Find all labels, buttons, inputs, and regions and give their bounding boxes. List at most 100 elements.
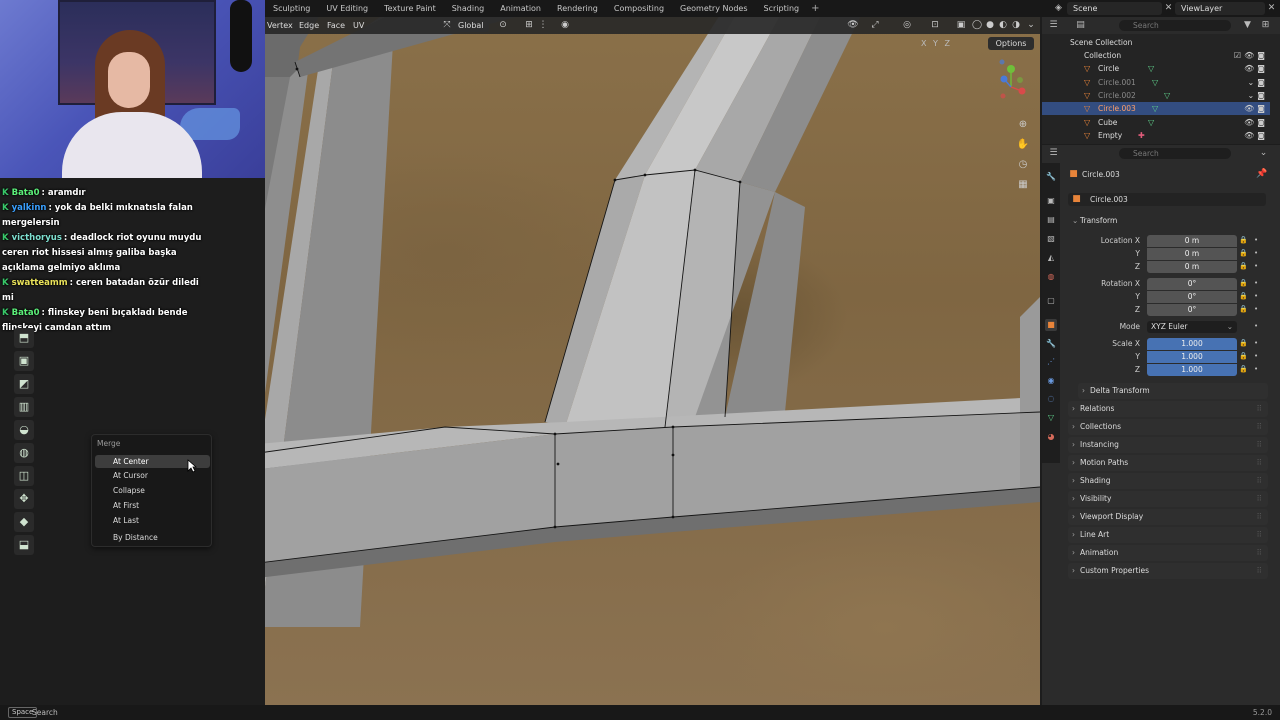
mesh-edit-overlay-icon[interactable]: ⊡ — [929, 20, 941, 31]
tab-scripting[interactable]: Scripting — [756, 0, 808, 17]
navigation-gizmo[interactable] — [982, 55, 1030, 103]
merge-at-first[interactable]: At First — [95, 499, 210, 512]
drag-handle-icon[interactable]: ⠿ — [1257, 509, 1263, 525]
drag-handle-icon[interactable]: ⠿ — [1257, 401, 1263, 417]
scene-remove-icon[interactable]: ✕ — [1163, 3, 1174, 14]
shading-material-icon[interactable]: ◐ — [997, 20, 1009, 31]
bevel-tool-icon[interactable]: ◩ — [14, 374, 34, 394]
object-name-field[interactable]: Circle.003 — [1068, 193, 1266, 206]
rotation-y-field[interactable]: 0° — [1147, 291, 1237, 303]
keyframe-dot-icon[interactable]: • — [1254, 322, 1258, 330]
keyframe-dot-icon[interactable]: • — [1254, 352, 1258, 360]
tab-uv-editing[interactable]: UV Editing — [318, 0, 376, 17]
drag-handle-icon[interactable]: ⠿ — [1257, 455, 1263, 471]
scene-selector[interactable]: Scene — [1067, 2, 1162, 15]
drag-handle-icon[interactable]: ⠿ — [1257, 545, 1263, 561]
world-tab-icon[interactable]: ◍ — [1045, 271, 1057, 283]
3d-viewport[interactable] — [265, 17, 1040, 705]
keyframe-dot-icon[interactable]: • — [1254, 292, 1258, 300]
loop-cut-tool-icon[interactable]: ▥ — [14, 397, 34, 417]
tab-animation[interactable]: Animation — [492, 0, 549, 17]
snap-target-icon[interactable]: ⋮ — [537, 20, 549, 31]
collection-tab-icon[interactable]: ▢ — [1045, 295, 1057, 307]
output-tab-icon[interactable]: ▤ — [1045, 214, 1057, 226]
lock-icon[interactable]: 🔒 — [1239, 249, 1248, 257]
scene-tab-icon[interactable]: ◭ — [1045, 252, 1057, 264]
section-instancing[interactable]: › Instancing ⠿ — [1068, 437, 1268, 453]
particles-tab-icon[interactable]: ⋰ — [1045, 356, 1057, 368]
location-y-field[interactable]: 0 m — [1147, 248, 1237, 260]
section-visibility[interactable]: › Visibility ⠿ — [1068, 491, 1268, 507]
tab-geometry-nodes[interactable]: Geometry Nodes — [672, 0, 755, 17]
rotation-x-field[interactable]: 0° — [1147, 278, 1237, 290]
snap-icon[interactable]: ⊞ — [523, 20, 535, 31]
xray-icon[interactable]: ▣ — [955, 20, 967, 31]
object-tab-icon[interactable]: ■ — [1045, 319, 1057, 331]
shading-dropdown-icon[interactable]: ⌄ — [1025, 20, 1037, 31]
add-workspace-icon[interactable]: + — [807, 3, 823, 14]
section-custom-properties[interactable]: › Custom Properties ⠿ — [1068, 563, 1268, 579]
tab-rendering[interactable]: Rendering — [549, 0, 606, 17]
lock-icon[interactable]: 🔒 — [1239, 262, 1248, 270]
pan-hand-icon[interactable]: ✋ — [1015, 137, 1031, 153]
options-dropdown[interactable]: Options — [988, 37, 1034, 50]
scale-z-field[interactable]: 1.000 — [1147, 364, 1237, 376]
location-x-field[interactable]: 0 m — [1147, 235, 1237, 247]
drag-handle-icon[interactable]: ⠿ — [1257, 437, 1263, 453]
pin-icon[interactable]: 📌 — [1256, 169, 1267, 180]
mirror-axis-toggles[interactable]: X Y Z — [921, 37, 952, 50]
lock-icon[interactable]: 🔒 — [1239, 292, 1248, 300]
merge-by-distance[interactable]: By Distance — [95, 531, 210, 544]
perspective-grid-icon[interactable]: ▦ — [1015, 177, 1031, 193]
tab-compositing[interactable]: Compositing — [606, 0, 672, 17]
select-mode-edge[interactable]: Edge — [299, 17, 319, 34]
transform-orientation-dropdown[interactable]: Global — [453, 19, 489, 32]
keyframe-dot-icon[interactable]: • — [1254, 305, 1258, 313]
lock-icon[interactable]: 🔒 — [1239, 352, 1248, 360]
keyframe-dot-icon[interactable]: • — [1254, 279, 1258, 287]
shading-wireframe-icon[interactable]: ◯ — [971, 20, 983, 31]
tool-tab-icon[interactable]: 🔧 — [1045, 171, 1057, 183]
merge-collapse[interactable]: Collapse — [95, 484, 210, 497]
lock-icon[interactable]: 🔒 — [1239, 365, 1248, 373]
visibility-icons[interactable]: 👁◙ — [1244, 116, 1268, 129]
visibility-icons[interactable]: 👁◙ — [1244, 129, 1268, 142]
keyframe-dot-icon[interactable]: • — [1254, 339, 1258, 347]
data-tab-icon[interactable]: ▽ — [1045, 412, 1057, 424]
proportional-edit-icon[interactable]: ◉ — [559, 20, 571, 31]
merge-at-last[interactable]: At Last — [95, 514, 210, 527]
outliner-item-empty[interactable]: ▽ Empty ✚ 👁◙ — [1042, 129, 1270, 142]
select-mode-face[interactable]: Face — [327, 17, 345, 34]
view-layer-selector[interactable]: ViewLayer — [1175, 2, 1265, 15]
physics-tab-icon[interactable]: ◉ — [1045, 375, 1057, 387]
shading-rendered-icon[interactable]: ◑ — [1010, 20, 1022, 31]
shading-solid-icon[interactable]: ● — [984, 20, 996, 31]
section-shading[interactable]: › Shading ⠿ — [1068, 473, 1268, 489]
drag-handle-icon[interactable]: ⠿ — [1257, 527, 1263, 543]
drag-handle-icon[interactable]: ⠿ — [1257, 491, 1263, 507]
inset-tool-icon[interactable]: ▣ — [14, 351, 34, 371]
outliner-item-circle-002[interactable]: ▽ Circle.002 ▽ ⌄◙ — [1042, 89, 1270, 102]
section-motion-paths[interactable]: › Motion Paths ⠿ — [1068, 455, 1268, 471]
keyframe-dot-icon[interactable]: • — [1254, 262, 1258, 270]
visibility-icons[interactable]: ⌄◙ — [1248, 76, 1268, 89]
filter-icon[interactable]: ▼ — [1242, 20, 1253, 31]
pivot-point-icon[interactable]: ⊙ — [497, 20, 509, 31]
new-collection-icon[interactable]: ⊞ — [1260, 20, 1271, 31]
delta-transform-section[interactable]: › Delta Transform — [1078, 383, 1268, 399]
rotation-mode-dropdown[interactable]: XYZ Euler ⌄ — [1147, 321, 1237, 333]
outliner-scene-collection[interactable]: Scene Collection — [1042, 36, 1270, 49]
poly-build-tool-icon[interactable]: ◍ — [14, 443, 34, 463]
view-layer-remove-icon[interactable]: ✕ — [1266, 3, 1277, 14]
properties-editor-type-icon[interactable]: ☰ — [1048, 148, 1059, 159]
rotation-z-field[interactable]: 0° — [1147, 304, 1237, 316]
section-collections[interactable]: › Collections ⠿ — [1068, 419, 1268, 435]
properties-options-icon[interactable]: ⌄ — [1258, 148, 1269, 159]
outliner-item-circle[interactable]: ▽ Circle ▽ 👁◙ — [1042, 62, 1270, 75]
drag-handle-icon[interactable]: ⠿ — [1257, 419, 1263, 435]
keyframe-dot-icon[interactable]: • — [1254, 249, 1258, 257]
section-viewport-display[interactable]: › Viewport Display ⠿ — [1068, 509, 1268, 525]
section-animation[interactable]: › Animation ⠿ — [1068, 545, 1268, 561]
select-mode-uv[interactable]: UV — [353, 17, 364, 34]
material-tab-icon[interactable]: ◕ — [1045, 431, 1057, 443]
